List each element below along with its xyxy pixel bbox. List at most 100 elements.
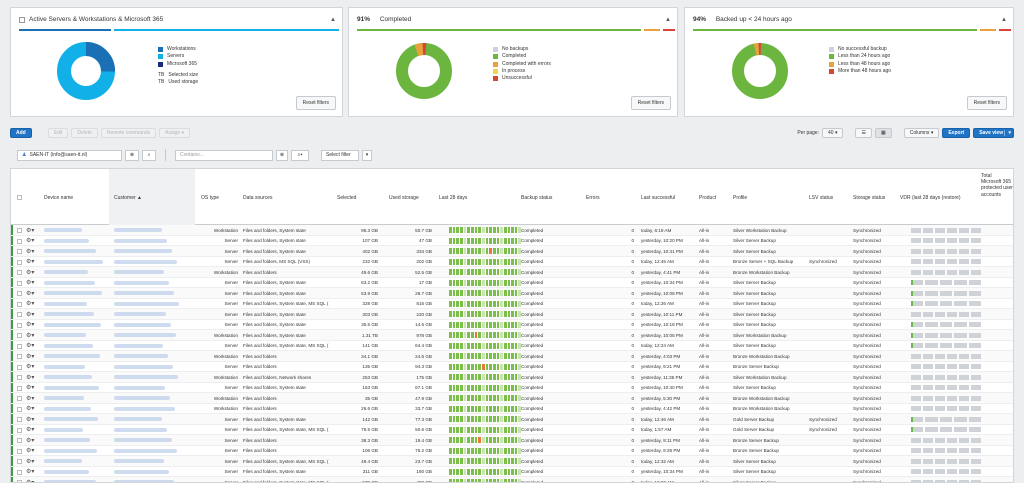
legend-item[interactable]: In process (493, 68, 551, 75)
vdr-bars[interactable] (911, 416, 982, 422)
row-checkbox[interactable] (17, 238, 22, 244)
legend-item[interactable]: Less than 24 hours ago (829, 53, 891, 60)
last-backup-donut-chart[interactable] (725, 36, 795, 106)
save-view-button[interactable]: Save view ▾ (973, 128, 1014, 138)
contains-input[interactable]: Contains... (175, 149, 273, 161)
table-row[interactable]: ⚙▾ Workstation Files and folders 34.1 GB 24.… (11, 351, 1013, 362)
gear-icon[interactable]: ⚙▾ (26, 300, 34, 307)
row-checkbox[interactable] (17, 333, 22, 338)
vdr-bars[interactable] (911, 395, 981, 401)
row-checkbox[interactable] (17, 469, 22, 475)
col-backup-status[interactable]: Backup status (521, 195, 552, 201)
vdr-bars[interactable] (911, 269, 981, 275)
last-28-days-bars[interactable] (449, 311, 522, 317)
gear-icon[interactable]: ⚙▾ (26, 321, 34, 328)
device-name-redacted[interactable] (44, 322, 101, 327)
col-errors[interactable]: Errors (586, 195, 600, 201)
gear-icon[interactable]: ⚙▾ (26, 437, 34, 444)
gear-icon[interactable]: ⚙▾ (26, 237, 34, 244)
vdr-bars[interactable] (911, 332, 982, 338)
row-checkbox[interactable] (17, 459, 22, 464)
legend-item[interactable]: Servers (158, 53, 198, 60)
table-row[interactable]: ⚙▾ Server Files and folders, System state,… (11, 298, 1013, 309)
device-name-redacted[interactable] (44, 291, 102, 295)
table-row[interactable]: ⚙▾ Server Files and folders, System state 3… (11, 466, 1013, 477)
row-checkbox[interactable] (17, 438, 22, 443)
device-name-redacted[interactable] (44, 312, 94, 316)
vdr-bars[interactable] (911, 311, 981, 317)
last-28-days-bars[interactable] (449, 384, 522, 391)
col-os-type[interactable]: OS type (201, 195, 219, 201)
table-row[interactable]: ⚙▾ Workstation Files and folders 35 GB 47.9 … (11, 393, 1013, 404)
gear-icon[interactable]: ⚙▾ (26, 342, 34, 349)
row-checkbox[interactable] (17, 249, 22, 254)
vdr-bars[interactable] (911, 406, 981, 411)
gear-icon[interactable]: ⚙▾ (26, 248, 34, 255)
col-selected[interactable]: Selected (337, 195, 356, 201)
last-28-days-bars[interactable] (449, 248, 522, 254)
device-name-redacted[interactable] (44, 249, 96, 253)
collapse-icon[interactable]: ▲ (1001, 17, 1007, 23)
vdr-bars[interactable] (911, 259, 981, 264)
vdr-bars[interactable] (911, 301, 982, 306)
col-lsv-status[interactable]: LSV status (809, 195, 833, 201)
legend-item[interactable]: Microsoft 365 (158, 61, 198, 68)
vdr-bars[interactable] (911, 374, 981, 380)
device-name-redacted[interactable] (44, 427, 83, 432)
gear-icon[interactable]: ⚙▾ (26, 458, 34, 465)
table-row[interactable]: ⚙▾ Server Files and folders, System state,… (11, 477, 1013, 482)
last-28-days-bars[interactable] (449, 363, 522, 370)
vdr-bars[interactable] (911, 280, 982, 285)
collapse-icon[interactable]: ▲ (330, 17, 336, 23)
delete-button[interactable]: Delete (71, 128, 98, 138)
gear-icon[interactable]: ⚙▾ (26, 426, 34, 433)
table-row[interactable]: ⚙▾ Server Files and folders, System state 6… (11, 277, 1013, 288)
device-name-redacted[interactable] (44, 270, 88, 274)
dropdown-arrow-icon[interactable]: ▾ (1004, 130, 1011, 136)
select-all-checkbox[interactable] (17, 195, 22, 200)
last-28-days-bars[interactable] (449, 279, 522, 286)
table-row[interactable]: ⚙▾ Workstation Files and folders 49.6 GB 52.… (11, 267, 1013, 278)
legend-item[interactable]: Less than 48 hours ago (829, 61, 891, 68)
last-28-days-bars[interactable] (449, 458, 522, 464)
clear-contains-button[interactable]: ⊗ (276, 149, 288, 161)
row-checkbox[interactable] (17, 291, 22, 296)
last-28-days-bars[interactable] (449, 258, 522, 265)
row-checkbox[interactable] (17, 259, 22, 265)
legend-item[interactable]: Workstations (158, 46, 198, 53)
device-name-redacted[interactable] (44, 385, 99, 390)
last-28-days-bars[interactable] (449, 269, 522, 275)
last-28-days-bars[interactable] (449, 416, 522, 422)
table-row[interactable]: ⚙▾ Server Files and folders 135 GB 94.3 GB Co… (11, 361, 1013, 372)
per-page-select[interactable]: 40 ▾ (822, 128, 844, 138)
table-row[interactable]: ⚙▾ Server Files and folders, System state 4… (11, 246, 1013, 257)
gear-icon[interactable]: ⚙▾ (26, 311, 34, 318)
vdr-bars[interactable] (911, 427, 982, 432)
vdr-bars[interactable] (911, 353, 981, 359)
last-28-days-bars[interactable] (449, 395, 522, 401)
device-name-redacted[interactable] (44, 469, 89, 474)
gear-icon[interactable]: ⚙▾ (26, 405, 34, 412)
edit-button[interactable]: Edit (47, 128, 69, 138)
reset-filters-button[interactable]: Reset filters (966, 96, 1007, 110)
last-28-days-bars[interactable] (449, 426, 522, 433)
device-name-redacted[interactable] (44, 301, 87, 306)
table-row[interactable]: ⚙▾ Server Files and folders, System state 3… (11, 309, 1013, 320)
row-checkbox[interactable] (17, 448, 22, 454)
last-28-days-bars[interactable] (449, 405, 522, 412)
vdr-bars[interactable] (911, 469, 981, 474)
reset-filters-button[interactable]: Reset filters (295, 96, 336, 110)
table-row[interactable]: ⚙▾ Server Files and folders, System state 1… (11, 382, 1013, 393)
row-checkbox[interactable] (17, 364, 22, 370)
row-checkbox[interactable] (17, 385, 22, 391)
last-28-days-bars[interactable] (449, 321, 522, 328)
gear-icon[interactable]: ⚙▾ (26, 395, 34, 402)
search-company-button[interactable]: ⌕ (142, 149, 156, 161)
row-checkbox[interactable] (17, 417, 22, 422)
device-name-redacted[interactable] (44, 417, 98, 421)
gear-icon[interactable]: ⚙▾ (26, 447, 34, 454)
search-options-button[interactable]: ⌕▾ (291, 149, 309, 161)
col-last-28-days[interactable]: Last 28 days (439, 195, 467, 201)
col-data-sources[interactable]: Data sources (243, 195, 272, 201)
select-filter-arrow[interactable]: ▾ (362, 149, 372, 161)
